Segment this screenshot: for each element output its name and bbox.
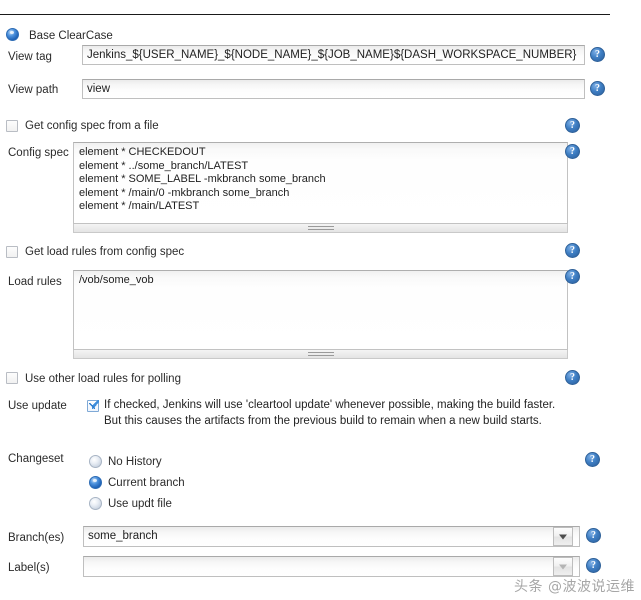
radio-base-clearcase[interactable] [6,28,19,41]
chevron-down-icon [559,534,567,539]
label-view-tag: View tag [8,51,52,63]
help-icon-view-tag[interactable]: ? [590,47,605,62]
label-base-clearcase: Base ClearCase [29,30,113,42]
chevron-down-icon [559,564,567,569]
label-changeset-use-updt-file: Use updt file [108,498,172,510]
view-tag-input[interactable]: Jenkins_${USER_NAME}_${NODE_NAME}_${JOB_… [82,45,585,65]
clearcase-scm-form: Base ClearCase View tag Jenkins_${USER_N… [0,0,641,600]
help-icon-labels[interactable]: ? [586,558,601,573]
label-use-update: Use update [8,400,67,412]
label-branches: Branch(es) [8,532,65,544]
use-update-description: If checked, Jenkins will use 'cleartool … [104,399,556,427]
load-rules-textarea[interactable]: /vob/some_vob [73,270,568,350]
help-icon-load-rules[interactable]: ? [565,269,580,284]
branches-input[interactable]: some_branch [83,526,580,547]
radio-changeset-current-branch[interactable] [89,476,102,489]
label-use-other-load-rules-for-polling: Use other load rules for polling [25,373,181,385]
label-config-spec: Config spec [8,147,69,159]
help-icon-get-config-spec-from-file[interactable]: ? [565,118,580,133]
label-changeset-no-history: No History [108,456,162,468]
label-load-rules: Load rules [8,276,62,288]
radio-changeset-no-history[interactable] [89,455,102,468]
view-path-input[interactable]: view [82,79,585,99]
section-divider [0,14,610,15]
config-spec-resize-handle[interactable] [73,224,568,233]
label-get-config-spec-from-file: Get config spec from a file [25,120,159,132]
labels-input[interactable] [83,556,580,577]
label-get-load-rules-from-config-spec: Get load rules from config spec [25,246,185,258]
config-spec-textarea[interactable]: element * CHECKEDOUT element * ../some_b… [73,142,568,224]
help-icon-view-path[interactable]: ? [590,81,605,96]
help-icon-get-load-rules[interactable]: ? [565,243,580,258]
labels-dropdown-button[interactable] [553,557,573,576]
help-icon-use-other-load-rules[interactable]: ? [565,370,580,385]
label-labels: Label(s) [8,562,50,574]
help-icon-config-spec[interactable]: ? [565,144,580,159]
branches-dropdown-button[interactable] [553,527,573,546]
checkbox-get-load-rules-from-config-spec[interactable] [6,246,18,258]
label-changeset-current-branch: Current branch [108,477,185,489]
checkbox-use-update[interactable] [87,400,99,412]
label-changeset: Changeset [8,453,64,465]
radio-changeset-use-updt-file[interactable] [89,497,102,510]
label-view-path: View path [8,84,59,96]
watermark: 头条 @波波说运维 [514,579,635,595]
help-icon-changeset[interactable]: ? [585,452,600,467]
help-icon-branches[interactable]: ? [586,528,601,543]
checkbox-use-other-load-rules-for-polling[interactable] [6,372,18,384]
load-rules-resize-handle[interactable] [73,350,568,359]
checkbox-get-config-spec-from-file[interactable] [6,120,18,132]
